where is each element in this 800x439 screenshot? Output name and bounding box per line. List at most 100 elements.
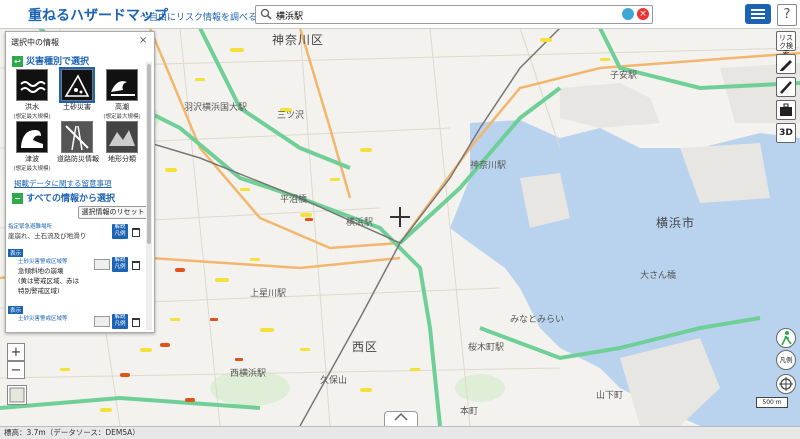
compass-icon: [779, 377, 793, 391]
search-icon: [260, 8, 272, 20]
panel-scrollbar[interactable]: [146, 62, 152, 330]
layer-detail-note: (黄は警戒区域、赤は: [18, 277, 80, 285]
panel-title: 選択中の情報: [11, 38, 59, 47]
map-label-kanagawa-ward: 神奈川区: [272, 33, 325, 47]
map-label-yokohama-station: 横浜駅: [346, 218, 374, 228]
menu-button[interactable]: [745, 4, 771, 24]
hazard-label: 津波: [25, 155, 39, 163]
tsunami-icon: [16, 121, 48, 153]
hazard-label: 土砂災害: [63, 103, 91, 111]
layer-row: 表示 土砂災害警戒区域等 解説凡例: [8, 306, 148, 329]
hazard-label: 高潮: [115, 103, 129, 111]
map-label-kubo: 久保山: [320, 376, 348, 386]
reset-selection-button[interactable]: 選択情報のリセット: [78, 206, 148, 219]
section-all-label: すべての情報から選択: [26, 194, 116, 204]
search-box: ×: [255, 5, 653, 24]
map-label-yokohama-city: 横浜市: [656, 216, 696, 230]
map-label-hazawa: 羽沢横浜国大駅: [184, 103, 248, 113]
layer-legend-button[interactable]: 解説凡例: [112, 314, 128, 329]
status-bar: 標高：3.7m（データソース：DEM5A）: [0, 426, 800, 439]
map-label-sakuragicho: 桜木町駅: [468, 343, 505, 353]
road-icon: [61, 121, 93, 153]
legend-button[interactable]: 凡例: [776, 350, 796, 370]
draw-tool-button[interactable]: [776, 54, 796, 74]
hazard-tsunami[interactable]: 津波 (想定最大規模): [12, 121, 52, 172]
map-label-kamihoshikawa: 上星川駅: [250, 289, 287, 299]
hazard-sublabel: (想定最大規模): [13, 114, 51, 120]
disclaimer-link[interactable]: 掲載データに関する留意事項: [14, 178, 112, 189]
map-label-kanagawa-station: 神奈川駅: [470, 161, 507, 171]
layer-row: 表示 土砂災害警戒区域等 急傾斜地の崩壊 (黄は警戒区域、赤は 特別警戒区域) …: [8, 249, 148, 301]
pedestrian-button[interactable]: [776, 328, 796, 348]
hazard-label: 地形分類: [108, 155, 136, 163]
chevron-up-icon: [394, 412, 408, 421]
map-label-minatomirai: みなとみらい: [510, 315, 565, 325]
layer-title: 土砂災害警戒区域等: [18, 259, 68, 265]
hazard-label: 洪水: [25, 103, 39, 111]
toolbox-icon: [780, 103, 792, 116]
app-header: 重ねるハザードマップ 〜自由にリスク情報を調べる〜 × ?: [0, 0, 800, 29]
hazard-sublabel: (想定最大規模): [103, 114, 141, 120]
toolbox-button[interactable]: [776, 100, 796, 120]
info-panel: 選択中の情報 × ↩ 災害種別で選択 洪水 (想定最大規模) 土砂災害 高潮 (想…: [5, 31, 155, 333]
zoom-in-button[interactable]: +: [7, 343, 25, 361]
scroll-thumb[interactable]: [147, 64, 151, 244]
help-button[interactable]: ?: [777, 4, 797, 26]
map-label-hiranuma: 平沼橋: [280, 195, 308, 205]
scale-bar: 500 m: [756, 397, 788, 408]
map-center-crosshair: [390, 207, 410, 227]
hazard-terrain[interactable]: 地形分類: [102, 121, 142, 164]
section-all-info[interactable]: − すべての情報から選択: [12, 191, 115, 204]
trash-icon[interactable]: [132, 318, 140, 327]
landslide-icon: [59, 67, 95, 103]
search-input[interactable]: [274, 7, 618, 23]
flood-icon: [16, 69, 48, 101]
layer-detail-note: 特別警戒区域): [18, 287, 60, 295]
app-subtitle: 〜自由にリスク情報を調べる〜: [140, 13, 267, 23]
collapse-icon: ↩: [12, 56, 23, 67]
map-label-kozukue: 子安駅: [610, 71, 638, 81]
hazard-flood[interactable]: 洪水 (想定最大規模): [12, 69, 52, 120]
layer-title: 土砂災害警戒区域等: [18, 316, 68, 322]
layer-legend-button[interactable]: 解説凡例: [112, 257, 128, 272]
map-label-west-yokohama: 西横浜駅: [230, 369, 267, 379]
hazard-landslide[interactable]: 土砂災害: [57, 67, 97, 112]
layer-detail: 急傾斜地の崩壊: [18, 267, 64, 275]
terrain-icon: [106, 121, 138, 153]
zoom-out-button[interactable]: −: [7, 361, 25, 379]
3d-view-button[interactable]: 3D: [776, 123, 796, 143]
pen-icon: [780, 81, 792, 94]
map-label-yamashita: 山下町: [596, 391, 624, 401]
map-label-osanbashi: 大さん橋: [640, 271, 677, 281]
layer-visible-tag[interactable]: 表示: [8, 306, 24, 314]
collapse-icon: −: [12, 193, 23, 204]
storm-surge-icon: [106, 69, 138, 101]
section-hazard-type[interactable]: ↩ 災害種別で選択: [12, 54, 89, 67]
clear-search-icon[interactable]: ×: [637, 8, 649, 20]
layer-visible-tag[interactable]: 表示: [8, 249, 24, 257]
search-submit-icon[interactable]: [622, 8, 634, 20]
map-label-honcho: 本町: [460, 407, 479, 417]
layer-legend-button[interactable]: 解説凡例: [112, 224, 128, 239]
panel-close-button[interactable]: ×: [139, 35, 147, 46]
hazard-storm-surge[interactable]: 高潮 (想定最大規模): [102, 69, 142, 120]
map-label-nishi-ward: 西区: [352, 340, 379, 354]
minimap-button[interactable]: [7, 385, 27, 405]
hazard-sublabel: (想定最大規模): [13, 166, 51, 172]
section-hazard-label: 災害種別で選択: [26, 57, 90, 67]
minimap-icon: [9, 387, 25, 403]
map-label-nomi: 三ツ沢: [277, 111, 305, 121]
trash-icon[interactable]: [132, 228, 140, 237]
hazard-road[interactable]: 道路防災情報: [57, 121, 99, 164]
measure-tool-button[interactable]: [776, 77, 796, 97]
hazard-label: 道路防災情報: [57, 155, 99, 163]
opacity-button[interactable]: [94, 316, 110, 327]
risk-search-button[interactable]: リスク検索: [776, 31, 796, 58]
layer-row: 指定緊急避難場所 崖崩れ、土石流及び地滑り 解説凡例: [8, 222, 148, 244]
opacity-button[interactable]: [94, 259, 110, 270]
location-button[interactable]: [776, 374, 796, 394]
pencil-icon: [780, 60, 792, 71]
pedestrian-icon: [781, 331, 792, 346]
trash-icon[interactable]: [132, 261, 140, 270]
expand-bottom-tab[interactable]: [384, 411, 418, 427]
